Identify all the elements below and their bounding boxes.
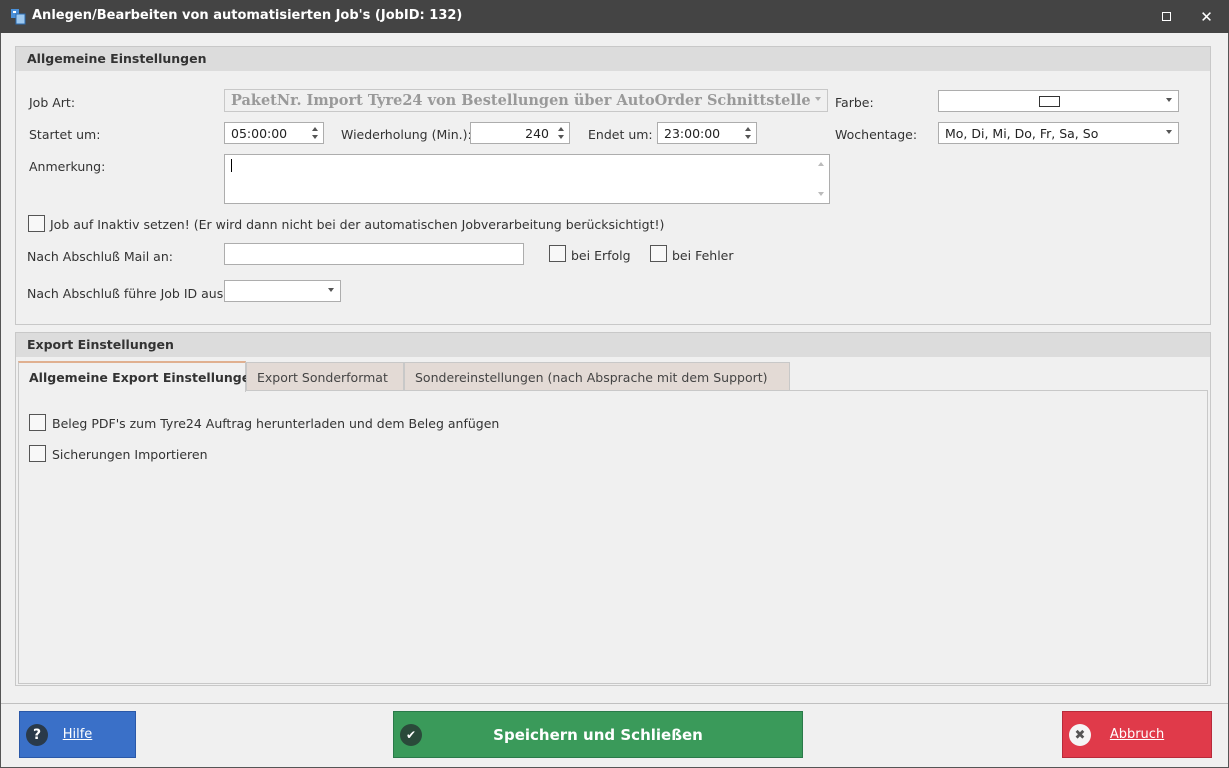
spin-arrows-icon[interactable] [744, 125, 752, 141]
text-caret [231, 159, 232, 172]
bei-fehler-label[interactable]: bei Fehler [672, 248, 734, 263]
endet-value: 23:00:00 [664, 126, 721, 141]
bei-erfolg-checkbox[interactable] [549, 245, 566, 262]
wochentage-label: Wochentage: [835, 127, 918, 142]
tab-export-sonderformat[interactable]: Export Sonderformat [246, 362, 404, 391]
close-icon: ✕ [1200, 7, 1213, 26]
beleg-pdf-checkbox[interactable] [29, 414, 46, 431]
scroll-up-icon[interactable] [818, 162, 824, 166]
maximize-icon [1162, 12, 1171, 21]
startet-value: 05:00:00 [231, 126, 288, 141]
abbruch-label: Abbruch [1109, 727, 1165, 742]
help-icon: ? [26, 724, 48, 746]
chevron-down-icon [1166, 98, 1172, 102]
startet-label: Startet um: [29, 127, 101, 142]
mail-label: Nach Abschluß Mail an: [27, 249, 173, 264]
window-title: Anlegen/Bearbeiten von automatisierten J… [32, 8, 463, 23]
app-icon [11, 9, 26, 25]
title-bar: Anlegen/Bearbeiten von automatisierten J… [0, 0, 1229, 33]
hilfe-button[interactable]: ? Hilfe [19, 711, 136, 758]
anmerkung-label: Anmerkung: [29, 159, 106, 174]
fuehre-label: Nach Abschluß führe Job ID aus: [27, 286, 228, 301]
farbe-select[interactable] [938, 90, 1179, 112]
wiederholung-value: 240 [525, 126, 549, 141]
chevron-down-icon [815, 97, 821, 101]
checkmark-icon: ✔ [400, 724, 422, 746]
hilfe-label: Hilfe [62, 727, 93, 742]
bei-fehler-checkbox[interactable] [650, 245, 667, 262]
wochentage-select[interactable]: Mo, Di, Mi, Do, Fr, Sa, So [938, 122, 1179, 144]
export-settings-header: Export Einstellungen [16, 333, 1210, 357]
wiederholung-label: Wiederholung (Min.): [341, 127, 472, 142]
abbruch-button[interactable]: ✖ Abbruch [1062, 711, 1212, 758]
sicherungen-label[interactable]: Sicherungen Importieren [52, 447, 208, 462]
window-frame: Allgemeine Einstellungen Job Art: PaketN… [0, 33, 1229, 768]
wochentage-value: Mo, Di, Mi, Do, Fr, Sa, So [945, 126, 1099, 141]
spin-arrows-icon[interactable] [311, 125, 319, 141]
save-label: Speichern und Schließen [493, 725, 703, 744]
inaktiv-label[interactable]: Job auf Inaktiv setzen! (Er wird dann ni… [50, 217, 664, 232]
job-art-select[interactable]: PaketNr. Import Tyre24 von Bestellungen … [224, 89, 828, 112]
fuehre-job-select[interactable] [224, 280, 341, 302]
wiederholung-input[interactable]: 240 [470, 122, 570, 144]
startet-time-input[interactable]: 05:00:00 [224, 122, 324, 144]
tab-sondereinstellungen[interactable]: Sondereinstellungen (nach Absprache mit … [404, 362, 790, 391]
chevron-down-icon [1166, 130, 1172, 134]
scroll-down-icon[interactable] [818, 192, 824, 196]
mail-input[interactable] [224, 243, 524, 265]
sicherungen-checkbox[interactable] [29, 445, 46, 462]
general-settings-group: Allgemeine Einstellungen Job Art: PaketN… [15, 46, 1211, 325]
chevron-down-icon [328, 288, 334, 292]
tab-allgemeine-export[interactable]: Allgemeine Export Einstellungen [18, 361, 259, 392]
tab-panel: Beleg PDF's zum Tyre24 Auftrag herunterl… [18, 390, 1208, 684]
spin-arrows-icon[interactable] [557, 125, 565, 141]
job-art-value: PaketNr. Import Tyre24 von Bestellungen … [231, 92, 811, 109]
inaktiv-checkbox[interactable] [28, 215, 45, 232]
anmerkung-textarea[interactable] [224, 154, 830, 204]
color-swatch [1039, 96, 1060, 107]
farbe-label: Farbe: [835, 95, 874, 110]
beleg-pdf-label[interactable]: Beleg PDF's zum Tyre24 Auftrag herunterl… [52, 416, 499, 431]
footer-divider [1, 703, 1228, 704]
bei-erfolg-label[interactable]: bei Erfolg [571, 248, 631, 263]
close-button[interactable]: ✕ [1190, 0, 1223, 33]
maximize-button[interactable] [1150, 0, 1183, 33]
save-and-close-button[interactable]: ✔ Speichern und Schließen [393, 711, 803, 758]
general-settings-header: Allgemeine Einstellungen [16, 47, 1210, 71]
endet-time-input[interactable]: 23:00:00 [657, 122, 757, 144]
job-art-label: Job Art: [29, 95, 76, 110]
cancel-icon: ✖ [1069, 724, 1091, 746]
export-settings-group: Export Einstellungen Beleg PDF's zum Tyr… [15, 332, 1211, 686]
endet-label: Endet um: [588, 127, 653, 142]
